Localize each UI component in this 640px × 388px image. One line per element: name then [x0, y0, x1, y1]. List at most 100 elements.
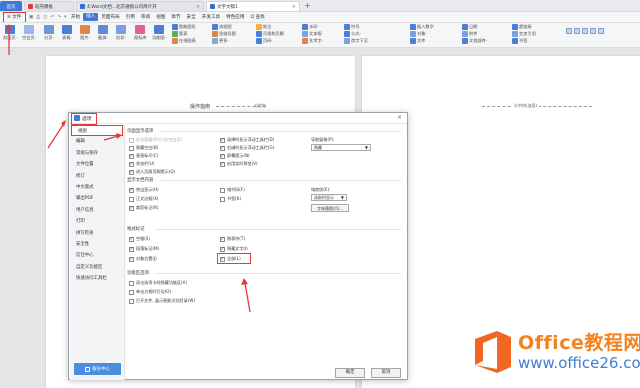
watermark-button[interactable]: 水印· [302, 24, 319, 30]
menu-review[interactable]: 审阅 [138, 12, 153, 22]
menu-section[interactable]: 章节 [168, 12, 183, 22]
checkbox-hide-blank[interactable]: 隐藏空白(B) [129, 145, 158, 151]
checkbox-highlight[interactable]: ✓ 突出显示(H) [129, 187, 159, 193]
tab-word-doc[interactable]: 4.Word文档...北京通锁公司简介开 × [76, 1, 204, 11]
sidebar-item-file-location[interactable]: 文件位置 [70, 159, 124, 170]
checkbox-task-pane[interactable]: 任务窗格(R)(只在空白页) [129, 137, 182, 143]
menu-security[interactable]: 安全 [184, 12, 199, 22]
layout-icon[interactable] [582, 28, 588, 34]
close-icon[interactable]: × [397, 114, 402, 121]
doc-parts-button[interactable]: 文档部件· [462, 38, 487, 44]
checkbox-live-preview[interactable]: ✓ 启用实时预览(V) [220, 161, 258, 167]
checkbox-header-footer-tip[interactable]: ✓ 进入页眉页脚提示(Q) [129, 169, 175, 175]
mindmap-button[interactable]: 思维导图 [212, 31, 236, 37]
sidebar-item-user-info[interactable]: 用户信息 [70, 205, 124, 216]
ribbon-screenshot[interactable]: 截屏· [98, 25, 108, 41]
menu-special-apps[interactable]: 特色应用 [223, 12, 247, 22]
cancel-button[interactable]: 取消 [371, 368, 401, 378]
sidebar-item-spell-check[interactable]: 拼写检查 [70, 228, 124, 239]
ribbon-shape[interactable]: 形状· [116, 25, 126, 41]
checkbox-paragraph-marks[interactable]: ✓ 段落标记(M) [129, 246, 159, 252]
sidebar-item-export-pdf[interactable]: 输出PDF [70, 193, 124, 204]
layout-icon[interactable] [598, 28, 604, 34]
layout-icon[interactable] [574, 28, 580, 34]
ribbon-picture[interactable]: 图片· [80, 25, 90, 41]
insert-number-button[interactable]: 插入数字 [410, 24, 434, 30]
bookmark-button[interactable]: 书签 [512, 38, 527, 44]
field-shading-select[interactable]: 选取时显示 ▼ [311, 194, 347, 201]
sidebar-item-view[interactable]: 视图 [71, 125, 123, 137]
checkbox-tab-chars[interactable]: ✓ 制表符(T) [220, 236, 245, 242]
comment-button[interactable]: 批注 [256, 24, 271, 30]
tab-home[interactable]: 首页 [0, 1, 22, 11]
menu-page-layout[interactable]: 页面布局 [98, 12, 122, 22]
checkbox-float-toolbar-right[interactable]: ✓ 右键时显示浮动工具栏(G) [220, 145, 274, 151]
checkbox-bookmarks[interactable]: 书签(K) [220, 196, 241, 202]
ribbon-page-break[interactable]: 分页· [44, 25, 54, 41]
object-button[interactable]: 对象· [410, 31, 427, 37]
menu-view[interactable]: 视图 [153, 12, 168, 22]
checkbox-click-box-check[interactable]: 单击方框时打勾(O) [129, 289, 171, 295]
ok-button[interactable]: 确定 [335, 368, 365, 378]
save-icon[interactable]: ▣ [28, 15, 35, 20]
layout-icon[interactable] [590, 28, 596, 34]
redo-icon[interactable]: ↷ [56, 15, 63, 20]
textbox-button[interactable]: 文本框· [302, 31, 323, 37]
date-button[interactable]: 日期 [462, 24, 477, 30]
sidebar-item-security[interactable]: 安全性 [70, 239, 124, 250]
checkbox-hidden-text[interactable]: ✓ 隐藏文字(I) [220, 246, 248, 252]
checkbox-field-codes[interactable]: 域代码(F) [220, 187, 245, 193]
chart-button[interactable]: 图表 [172, 31, 187, 37]
checkbox-screen-tip[interactable]: ✓ 屏幕提示(N) [220, 153, 250, 159]
flowchart-button[interactable]: 流程图 [212, 24, 232, 30]
checkbox-dblclick-hide-ribbon[interactable]: 双击选项卡时隐藏功能区(A) [129, 280, 187, 286]
checkbox-smart-toc[interactable]: 打开文件, 展示智能识别目录(W) [129, 298, 195, 304]
file-menu-button[interactable]: ≡ 文件 [3, 12, 26, 22]
checkbox-status-bar[interactable]: ✓ 状态栏(U) [129, 161, 154, 167]
sidebar-item-chinese-layout[interactable]: 中文版式 [70, 182, 124, 193]
page-number-button[interactable]: 页码· [256, 38, 273, 44]
undo-icon[interactable]: ↶ [49, 15, 56, 20]
checkbox-float-toolbar-select[interactable]: ✓ 选择时显示浮动工具栏(D) [220, 137, 274, 143]
checkbox-object-anchors[interactable]: ✓ 对象位置(J) [129, 256, 157, 262]
checkbox-crop-marks[interactable]: ✓ 裁剪标记(R) [129, 205, 158, 211]
smart-graphic-button[interactable]: 智能图形 [172, 24, 196, 30]
file-button[interactable]: 文件 [410, 38, 425, 44]
print-icon[interactable]: ⎙ [35, 14, 42, 20]
menu-insert[interactable]: 插入 [83, 13, 99, 21]
ribbon-blank-page[interactable]: 空白页· [22, 25, 36, 41]
symbol-button[interactable]: 符号· [344, 24, 361, 30]
drop-cap-button[interactable]: 首字下沉 [344, 38, 368, 44]
tab-docer-templates[interactable]: 稻壳模板 [24, 1, 74, 11]
menu-search[interactable]: Q 查找 [248, 12, 268, 22]
font-replace-button[interactable]: 字体替换(O)... [311, 204, 349, 212]
ribbon-cover-page[interactable]: 封面页· [3, 25, 17, 41]
checkbox-text-border[interactable]: 正文边框(X) [129, 196, 158, 202]
menu-reference[interactable]: 引用 [123, 12, 138, 22]
new-tab-button[interactable]: + [304, 1, 311, 10]
header-footer-button[interactable]: 页眉和页脚 [256, 31, 284, 37]
attachment-button[interactable]: 附件 [462, 31, 477, 37]
cross-ref-button[interactable]: 交叉引用 [512, 31, 536, 37]
sidebar-item-quick-access[interactable]: 快速访问工具栏 [70, 273, 124, 284]
wordart-button[interactable]: 艺术字· [302, 38, 323, 44]
preview-icon[interactable]: ◫ [42, 15, 49, 20]
sidebar-item-general-save[interactable]: 常规与保存 [70, 148, 124, 159]
checkbox-vertical-ruler[interactable]: ✓ 垂直标尺(C) [129, 153, 158, 159]
nav-pane-select[interactable]: 隐藏 ▼ [311, 144, 371, 151]
tab-document1[interactable]: 文字文稿1 × [206, 1, 300, 11]
online-chart-button[interactable]: 在线图表 [172, 38, 196, 44]
hyperlink-button[interactable]: 超链接 [512, 24, 532, 30]
sidebar-item-print[interactable]: 打印 [70, 216, 124, 227]
checkbox-spaces[interactable]: ✓ 空格(S) [129, 236, 150, 242]
ribbon-function-chart[interactable]: 功能图· [152, 25, 166, 41]
menu-dev-tools[interactable]: 开发工具 [199, 12, 223, 22]
sidebar-item-edit[interactable]: 编辑 [70, 136, 124, 147]
tab-close-icon[interactable]: × [196, 4, 200, 10]
tab-close-icon[interactable]: × [292, 4, 296, 10]
sidebar-item-custom-ribbon[interactable]: 自定义功能区 [70, 262, 124, 273]
sidebar-item-trust-center[interactable]: 信任中心 [70, 250, 124, 261]
backup-center-button[interactable]: 备份中心 [74, 363, 121, 375]
sidebar-item-revision[interactable]: 修订 [70, 171, 124, 182]
menu-start[interactable]: 开始 [68, 12, 83, 22]
